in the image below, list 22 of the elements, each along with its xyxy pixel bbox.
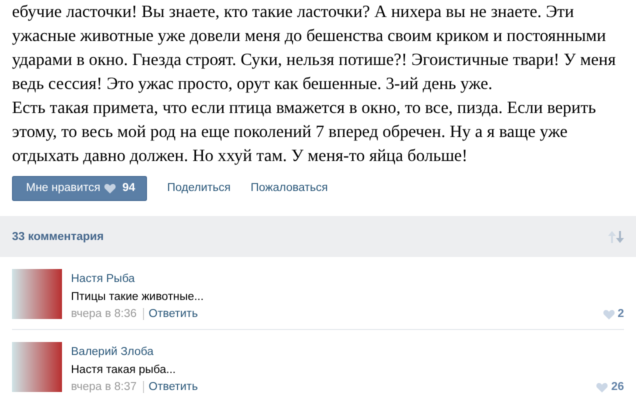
reply-link[interactable]: Ответить [142,381,198,393]
heart-icon [104,182,116,194]
action-link[interactable]: Пожаловаться [250,182,328,194]
comment-text: Настя такая рыба... [71,364,177,376]
action-link[interactable]: Поделиться [167,182,231,194]
avatar-image [12,342,62,392]
comment-time: вчера в 8:36 [71,308,137,320]
avatar-image [12,269,62,319]
comment-like-button[interactable]: 2 [602,308,624,320]
author-link[interactable]: Валерий Злоба [71,346,624,358]
sort-icon[interactable] [608,230,624,244]
comment-like-button[interactable]: 26 [596,381,624,393]
comment-time: вчера в 8:37 [71,381,137,393]
comment-text: Птицы такие животные... [71,291,205,303]
author-link[interactable]: Настя Рыба [71,273,624,285]
comments-count: 33 комментария [12,230,104,242]
like-button[interactable]: Мне нравится 94 [12,176,148,200]
reply-link[interactable]: Ответить [142,308,198,320]
heart-icon [602,308,615,320]
post-paragraph: ебучие ласточки! Вы знаете, кто такие ласточки? А нихера вы не знаете. Эти ужасные животные уже довели меня до бешенства своим криком и постоянными ударами в окно. Гнезда строят. Суки, нельзя потише?! Эгоистичные твари! У меня ведь сессия! Это ужас просто, орут как бешенные. 3-ий день уже. [12,1,617,95]
post-paragraph: Есть такая примета, что если птица вмажется в окно, то все, пизда. Если верить этому, то весь мой род на еще поколений 7 вперед обречен. Ну а я ваще уже отдыхать давно должен. Но ххуй там. У меня-то яйца больше! [12,97,597,167]
heart-icon [596,382,608,392]
